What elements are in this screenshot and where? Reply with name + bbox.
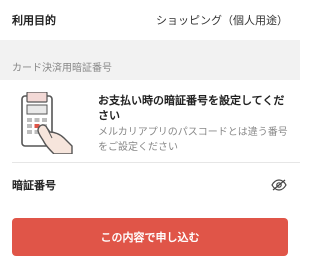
purpose-row[interactable]: 利用目的 ショッピング（個人用途） xyxy=(0,0,300,40)
purpose-value: ショッピング（個人用途） xyxy=(156,14,288,27)
eye-off-icon[interactable] xyxy=(270,178,288,192)
section-header: カード決済用暗証番号 xyxy=(0,52,300,80)
pin-label: 暗証番号 xyxy=(12,179,56,192)
info-description: メルカリアプリのパスコードとは違う番号をご設定ください xyxy=(98,127,288,153)
info-title: お支払い時の暗証番号を設定してください xyxy=(98,94,285,122)
pin-info-block: お支払い時の暗証番号を設定してください メルカリアプリのパスコードとは違う番号を… xyxy=(0,80,300,162)
section-title: カード決済用暗証番号 xyxy=(12,62,112,74)
purpose-label: 利用目的 xyxy=(12,14,56,27)
submit-button[interactable]: この内容で申し込む xyxy=(12,218,288,256)
section-spacer xyxy=(0,40,300,52)
pin-row[interactable]: 暗証番号 xyxy=(0,163,300,207)
card-terminal-hand-illustration xyxy=(14,91,74,155)
